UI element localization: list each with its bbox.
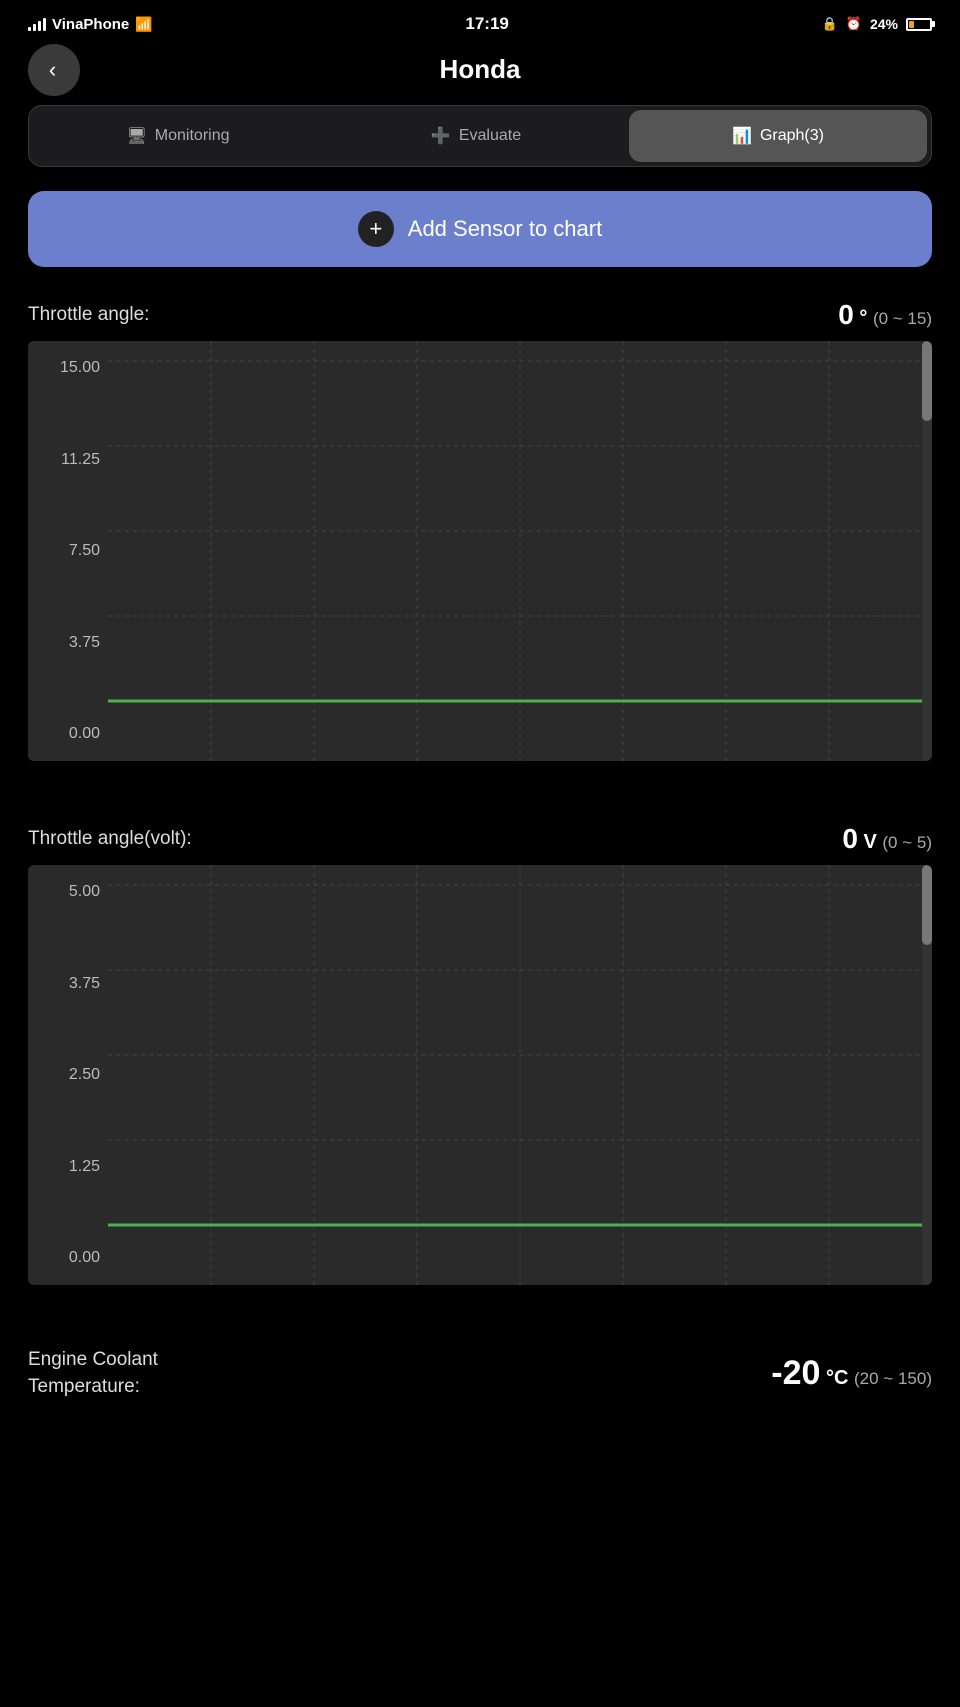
sensor-value-3: -20 °C (20 ~ 150) (771, 1354, 932, 1393)
sensor-range-1: (0 ~ 15) (873, 309, 932, 328)
signal-bar-1 (28, 27, 31, 31)
tab-graph-label: Graph(3) (760, 127, 824, 145)
signal-bars-icon (28, 17, 46, 31)
y-label-1-3: 3.75 (36, 634, 100, 652)
chart-canvas-1: 15.00 11.25 7.50 3.75 0.00 (28, 341, 932, 761)
sensor-range-2: (0 ~ 5) (882, 833, 932, 852)
header: ‹ Honda (0, 44, 960, 105)
add-sensor-button[interactable]: + Add Sensor to chart (28, 191, 932, 267)
section-divider-2 (0, 1285, 960, 1303)
alarm-icon: ⏰ (846, 16, 862, 32)
sensor-unit-2: V (863, 831, 876, 853)
tab-evaluate-label: Evaluate (459, 127, 521, 145)
y-labels-2: 5.00 3.75 2.50 1.25 0.00 (28, 865, 108, 1285)
sensor-current-value-2: 0 (842, 823, 858, 854)
chart-grid-svg-2 (108, 865, 932, 1285)
wifi-icon: 📶 (135, 16, 152, 33)
y-label-1-0: 15.00 (36, 359, 100, 377)
tab-monitoring-label: Monitoring (155, 127, 230, 145)
graph-icon: 📊 (732, 126, 752, 146)
sensor-header-1: Throttle angle: 0 ° (0 ~ 15) (28, 283, 932, 341)
chart-inner-1 (108, 341, 932, 761)
lock-icon: 🔒 (822, 16, 838, 32)
y-label-1-2: 7.50 (36, 542, 100, 560)
y-label-2-4: 0.00 (36, 1249, 100, 1267)
tab-evaluate[interactable]: ➕ Evaluate (327, 106, 625, 166)
section-divider-1 (0, 761, 960, 779)
sensor-header-2: Throttle angle(volt): 0 V (0 ~ 5) (28, 807, 932, 865)
carrier-name: VinaPhone (52, 16, 129, 33)
sensor-value-1: 0 ° (0 ~ 15) (838, 299, 932, 331)
tab-monitoring[interactable]: 🖥 Monitoring (29, 106, 327, 166)
signal-bar-3 (38, 21, 41, 31)
y-label-2-1: 3.75 (36, 975, 100, 993)
tabs-container: 🖥 Monitoring ➕ Evaluate 📊 Graph(3) (28, 105, 932, 167)
page-title: Honda (440, 54, 521, 85)
signal-bar-4 (43, 18, 46, 31)
chart-inner-2 (108, 865, 932, 1285)
y-label-2-2: 2.50 (36, 1066, 100, 1084)
scrollbar-2[interactable] (922, 865, 932, 1285)
battery-percent: 24% (870, 16, 898, 32)
battery-icon (906, 18, 932, 31)
sensor-value-2: 0 V (0 ~ 5) (842, 823, 932, 855)
y-labels-1: 15.00 11.25 7.50 3.75 0.00 (28, 341, 108, 761)
scrollbar-1[interactable] (922, 341, 932, 761)
scrollbar-thumb-1 (922, 341, 932, 421)
add-sensor-plus-icon: + (358, 211, 394, 247)
sensor-name-1: Throttle angle: (28, 304, 149, 326)
scrollbar-thumb-2 (922, 865, 932, 945)
back-chevron-icon: ‹ (49, 57, 56, 83)
status-right: 🔒 ⏰ 24% (822, 16, 932, 32)
chart-grid-svg-1 (108, 341, 932, 761)
sensor-name-3: Engine CoolantTemperature: (28, 1347, 158, 1400)
add-sensor-label: Add Sensor to chart (408, 216, 602, 242)
signal-bar-2 (33, 24, 36, 31)
chart-canvas-2: 5.00 3.75 2.50 1.25 0.00 (28, 865, 932, 1285)
tab-graph[interactable]: 📊 Graph(3) (629, 110, 927, 162)
sensor-current-value-3: -20 (771, 1354, 820, 1392)
y-label-2-3: 1.25 (36, 1158, 100, 1176)
status-time: 17:19 (465, 14, 508, 34)
monitoring-icon: 🖥 (126, 126, 146, 146)
back-button[interactable]: ‹ (28, 44, 80, 96)
status-left: VinaPhone 📶 (28, 16, 153, 33)
y-label-2-0: 5.00 (36, 883, 100, 901)
sensor-unit-1: ° (859, 307, 867, 329)
y-label-1-4: 0.00 (36, 725, 100, 743)
sensor-range-3: (20 ~ 150) (854, 1369, 932, 1388)
evaluate-icon: ➕ (431, 126, 451, 146)
sensor-current-value-1: 0 (838, 299, 854, 330)
sensor-unit-3: °C (826, 1367, 848, 1389)
chart-throttle-angle: Throttle angle: 0 ° (0 ~ 15) 15.00 11.25… (28, 283, 932, 761)
sensor-name-2: Throttle angle(volt): (28, 828, 192, 850)
chart-throttle-volt: Throttle angle(volt): 0 V (0 ~ 5) 5.00 3… (28, 807, 932, 1285)
y-label-1-1: 11.25 (36, 451, 100, 469)
sensor-header-3: Engine CoolantTemperature: -20 °C (20 ~ … (28, 1331, 932, 1410)
status-bar: VinaPhone 📶 17:19 🔒 ⏰ 24% (0, 0, 960, 44)
chart-engine-coolant: Engine CoolantTemperature: -20 °C (20 ~ … (28, 1331, 932, 1430)
